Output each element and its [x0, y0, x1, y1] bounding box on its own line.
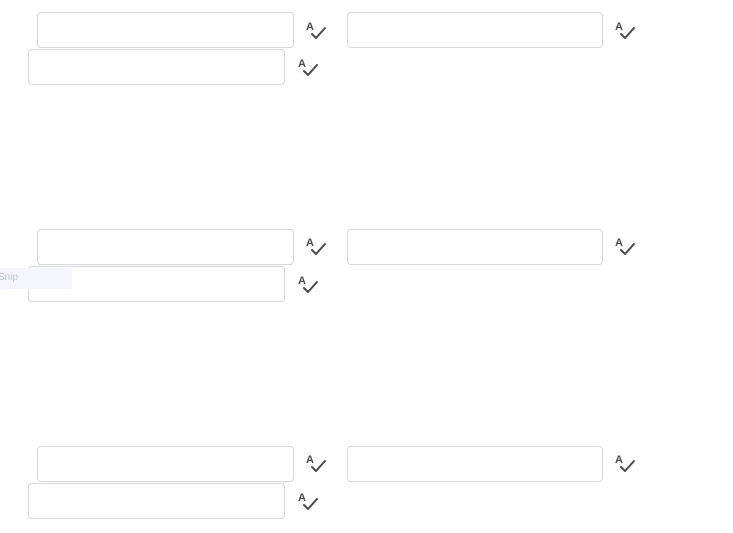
svg-text:A: A: [306, 454, 314, 466]
snip-ghost-overlay: Snip: [0, 268, 72, 289]
spell-check-icon[interactable]: A: [297, 273, 319, 295]
form-page: A A A A A Snip A A A A: [0, 0, 733, 533]
snip-ghost-label: Snip: [0, 272, 19, 283]
svg-text:A: A: [298, 492, 306, 504]
svg-text:A: A: [306, 21, 314, 33]
svg-text:A: A: [298, 275, 306, 287]
svg-text:A: A: [615, 21, 623, 33]
text-input-2-2[interactable]: [347, 229, 603, 265]
text-input-1-2[interactable]: [347, 12, 603, 48]
spell-check-icon[interactable]: A: [297, 56, 319, 78]
spell-check-icon[interactable]: A: [614, 19, 636, 41]
spell-check-icon[interactable]: A: [305, 235, 327, 257]
text-input-1-1[interactable]: [37, 12, 294, 48]
svg-text:A: A: [298, 58, 306, 70]
spell-check-icon[interactable]: A: [614, 452, 636, 474]
spell-check-icon[interactable]: A: [614, 235, 636, 257]
spell-check-icon[interactable]: A: [297, 490, 319, 512]
svg-text:A: A: [615, 454, 623, 466]
spell-check-icon[interactable]: A: [305, 19, 327, 41]
svg-text:A: A: [306, 237, 314, 249]
text-input-3-2[interactable]: [347, 446, 603, 482]
text-input-2-1[interactable]: [37, 229, 294, 265]
text-input-1-3[interactable]: [28, 49, 285, 85]
svg-text:A: A: [615, 237, 623, 249]
spell-check-icon[interactable]: A: [305, 452, 327, 474]
text-input-3-3[interactable]: [28, 483, 285, 519]
text-input-3-1[interactable]: [37, 446, 294, 482]
